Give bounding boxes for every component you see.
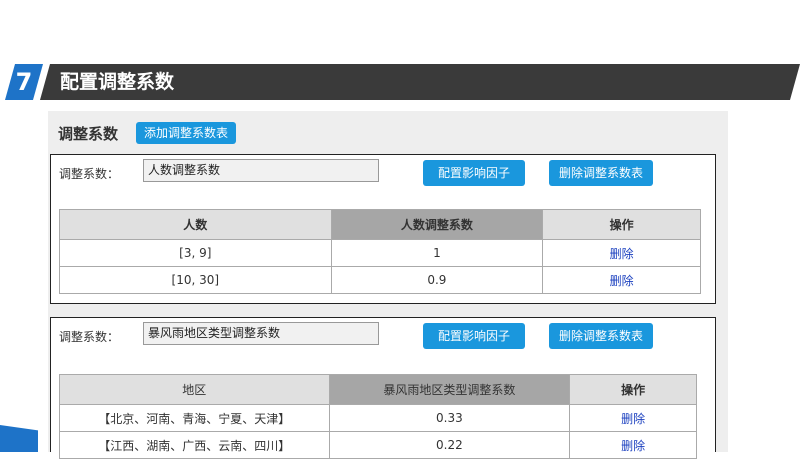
decorative-corner [0, 425, 38, 452]
section-title: 配置调整系数 [60, 71, 175, 93]
column-header: 人数 [59, 209, 332, 240]
factor-table-toolbar: 调整系数： 人数调整系数 配置影响因子 删除调整系数表 [51, 159, 715, 186]
table-header-row: 人数 人数调整系数 操作 [59, 209, 701, 240]
column-header: 操作 [542, 209, 701, 240]
column-header: 地区 [59, 374, 330, 405]
delete-row-link[interactable]: 删除 [610, 274, 634, 288]
delete-factor-table-button[interactable]: 删除调整系数表 [549, 160, 653, 186]
delete-row-link[interactable]: 删除 [610, 247, 634, 261]
table-cell-value: 0.9 [330, 266, 544, 294]
table-row: 【江西、湖南、广西、云南、四川】 0.22 删除 [59, 431, 697, 459]
table-cell-key: [10, 30] [59, 266, 332, 294]
delete-row-link[interactable]: 删除 [621, 412, 645, 426]
table-cell-value: 0.33 [328, 404, 571, 432]
table-row: 【北京、河南、青海、宁夏、天津】 0.33 删除 [59, 404, 697, 432]
factor-name-label: 调整系数： [59, 330, 120, 344]
panel-header: 调整系数 添加调整系数表 [58, 121, 237, 145]
table-cell-action: 删除 [569, 431, 697, 459]
factor-table-card: 调整系数： 暴风雨地区类型调整系数 配置影响因子 删除调整系数表 地区 暴风雨地… [50, 317, 716, 459]
table-row: [3, 9] 1 删除 [59, 239, 701, 267]
factor-name-input[interactable]: 人数调整系数 [143, 159, 379, 182]
delete-row-link[interactable]: 删除 [621, 439, 645, 453]
table-cell-key: 【江西、湖南、广西、云南、四川】 [59, 431, 330, 459]
table-cell-value: 0.22 [328, 431, 571, 459]
column-header: 暴风雨地区类型调整系数 [328, 374, 571, 405]
column-header: 操作 [569, 374, 697, 405]
table-cell-action: 删除 [569, 404, 697, 432]
factor-name-input[interactable]: 暴风雨地区类型调整系数 [143, 322, 379, 345]
factor-table-card: 调整系数： 人数调整系数 配置影响因子 删除调整系数表 人数 人数调整系数 操作… [50, 154, 716, 304]
add-factor-table-button[interactable]: 添加调整系数表 [136, 122, 237, 144]
table-cell-key: [3, 9] [59, 239, 332, 267]
section-number: 7 [5, 64, 43, 100]
adjustment-factor-panel: 调整系数 添加调整系数表 调整系数： 人数调整系数 配置影响因子 删除调整系数表… [48, 111, 728, 459]
factor-table-toolbar: 调整系数： 暴风雨地区类型调整系数 配置影响因子 删除调整系数表 [51, 322, 715, 349]
section-banner: 7 配置调整系数 [0, 64, 800, 100]
delete-factor-table-button[interactable]: 删除调整系数表 [549, 323, 653, 349]
table-cell-action: 删除 [542, 266, 701, 294]
factor-name-label: 调整系数： [59, 167, 120, 181]
table-cell-key: 【北京、河南、青海、宁夏、天津】 [59, 404, 330, 432]
config-factor-button[interactable]: 配置影响因子 [423, 323, 525, 349]
factor-table: 人数 人数调整系数 操作 [3, 9] 1 删除 [10, 30] 0.9 删除 [59, 209, 701, 294]
table-cell-action: 删除 [542, 239, 701, 267]
factor-table: 地区 暴风雨地区类型调整系数 操作 【北京、河南、青海、宁夏、天津】 0.33 … [59, 374, 697, 459]
column-header: 人数调整系数 [330, 209, 544, 240]
table-cell-value: 1 [330, 239, 544, 267]
table-row: [10, 30] 0.9 删除 [59, 266, 701, 294]
panel-heading: 调整系数 [58, 124, 119, 143]
table-header-row: 地区 暴风雨地区类型调整系数 操作 [59, 374, 697, 405]
config-factor-button[interactable]: 配置影响因子 [423, 160, 525, 186]
